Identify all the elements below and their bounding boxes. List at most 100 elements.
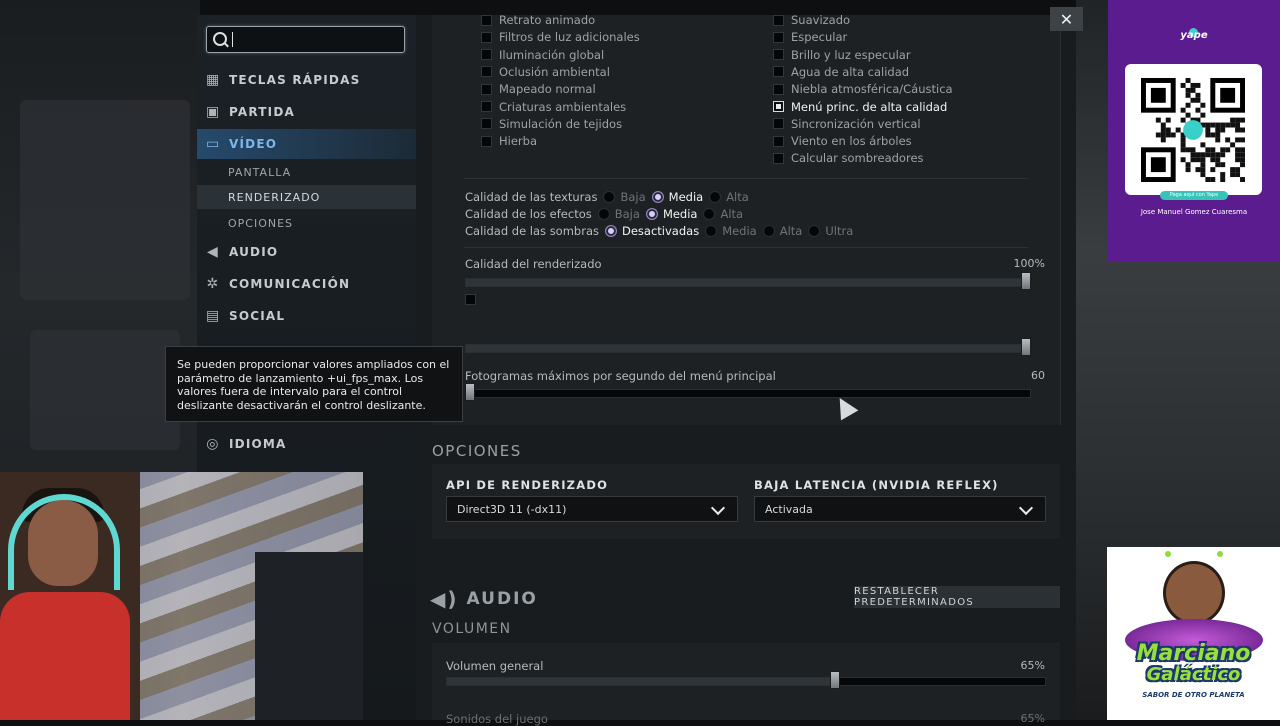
checkbox-option[interactable]: Suavizado (773, 13, 850, 27)
checkbox-box[interactable] (773, 135, 784, 147)
radio-label: Media (662, 207, 698, 221)
sidebar-item-social[interactable]: ▤ SOCIAL (197, 301, 416, 331)
checkbox-label: Especular (791, 30, 848, 45)
menu-fps-thumb[interactable] (465, 383, 475, 401)
checkbox-box[interactable] (773, 14, 784, 26)
checkbox-option[interactable]: Especular (773, 30, 847, 44)
checkbox-option[interactable]: Niebla atmosférica/Cáustica (773, 82, 953, 96)
checkbox-option[interactable]: Brillo y luz especular (773, 48, 911, 62)
radio-dot[interactable] (597, 208, 610, 220)
general-volume-slider[interactable] (446, 677, 1046, 686)
checkbox-box[interactable] (773, 66, 784, 78)
quality-radio-option[interactable]: Media (705, 224, 757, 238)
sidebar-subitem-options[interactable]: OPCIONES (197, 211, 416, 235)
sidebar-item-communication[interactable]: ✲ COMUNICACIÓN (197, 269, 416, 299)
sidebar-item-audio[interactable]: ◀ AUDIO (197, 237, 416, 267)
radio-dot[interactable] (703, 208, 716, 220)
quality-radio-option[interactable]: Baja (597, 207, 640, 221)
quality-radio-option[interactable]: Baja (603, 190, 646, 204)
checkbox-option[interactable]: Agua de alta calidad (773, 65, 909, 79)
quality-radio-option[interactable]: Alta (709, 190, 749, 204)
checkbox-box[interactable] (481, 66, 492, 78)
low-latency-dropdown[interactable]: Activada (754, 496, 1046, 522)
checkbox-box[interactable] (481, 83, 492, 95)
sidebar-item-language[interactable]: ◎ IDIOMA (197, 429, 416, 459)
search-input[interactable] (206, 26, 405, 53)
game-icon: ▣ (206, 104, 221, 120)
slider-fill (447, 678, 836, 685)
checkbox-option[interactable]: Sincronización vertical (773, 117, 921, 131)
radio-dot[interactable] (762, 225, 775, 237)
chat-icon: ▤ (206, 308, 221, 324)
reset-defaults-button[interactable]: RESTABLECER PREDETERMINADOS (854, 586, 1060, 608)
quality-radio-option[interactable]: Media (651, 190, 703, 204)
hidden-checkbox[interactable] (465, 294, 483, 305)
quality-radio-option[interactable]: Desactivadas (605, 224, 699, 238)
radio-dot[interactable] (605, 225, 617, 237)
hidden-slider[interactable] (465, 344, 1031, 353)
checkbox-label: Filtros de luz adicionales (499, 30, 640, 45)
checkbox-box[interactable] (773, 101, 784, 112)
checkbox-box[interactable] (481, 31, 492, 43)
menu-fps-value: 60 (1031, 369, 1045, 382)
sidebar-item-label: TECLAS RÁPIDAS (229, 73, 361, 87)
radio-dot[interactable] (603, 191, 616, 203)
checkbox-box[interactable] (481, 135, 492, 147)
mascot-icon (1163, 561, 1225, 625)
quality-radio-option[interactable]: Ultra (808, 224, 853, 238)
checkbox-option[interactable]: Criaturas ambientales (481, 100, 626, 114)
checkbox-option[interactable]: Simulación de tejidos (481, 117, 622, 131)
checkbox-box[interactable] (481, 101, 492, 112)
search-icon (213, 32, 227, 46)
checkbox-label: Agua de alta calidad (791, 64, 910, 79)
checkbox-box[interactable] (773, 31, 784, 43)
checkbox-option[interactable]: Retrato animado (481, 13, 595, 27)
hidden-slider-thumb[interactable] (1021, 338, 1031, 356)
checkbox-option[interactable]: Mapeado normal (481, 82, 596, 96)
logo-line1: Marciano (1136, 641, 1251, 666)
sidebar-item-hotkeys[interactable]: ▦ TECLAS RÁPIDAS (197, 65, 416, 95)
menu-fps-slider[interactable] (465, 389, 1031, 398)
checkbox-box[interactable] (481, 14, 492, 26)
checkbox-option[interactable]: Hierba (481, 134, 537, 148)
radio-dot[interactable] (808, 225, 821, 237)
checkbox-label: Retrato animado (499, 13, 596, 27)
radio-dot[interactable] (651, 191, 664, 203)
checkbox-label: Mapeado normal (499, 82, 596, 97)
radio-dot[interactable] (645, 208, 658, 220)
checkbox-box[interactable] (481, 118, 492, 130)
render-api-dropdown[interactable]: Direct3D 11 (-dx11) (446, 496, 738, 522)
checkbox-option[interactable]: Menú princ. de alta calidad (773, 100, 947, 114)
checkbox-box[interactable] (481, 49, 492, 61)
checkbox-option[interactable]: Filtros de luz adicionales (481, 30, 640, 44)
checkbox-box[interactable] (773, 49, 784, 61)
sidebar-item-game[interactable]: ▣ PARTIDA (197, 97, 416, 127)
render-quality-slider[interactable] (465, 278, 1031, 287)
sidebar-subitem-screen[interactable]: PANTALLA (197, 160, 416, 184)
quality-label: Calidad de las texturas (465, 190, 598, 204)
yape-owner-name: Jose Manuel Gomez Cuaresma (1140, 208, 1248, 216)
checkbox-option[interactable]: Viento en los árboles (773, 134, 912, 148)
checkbox-box[interactable] (773, 83, 784, 95)
radio-dot[interactable] (709, 191, 722, 203)
checkbox-option[interactable]: Oclusión ambiental (481, 65, 610, 79)
sidebar-item-video[interactable]: ▭ VÍDEO (197, 129, 416, 159)
general-volume-thumb[interactable] (829, 671, 840, 689)
yape-qr-overlay: yape Paga aquí con Yape Jose Manuel Gome… (1108, 0, 1280, 262)
checkbox-option[interactable]: Calcular sombreadores (773, 151, 924, 165)
checkbox-box[interactable] (773, 152, 784, 164)
radio-dot[interactable] (705, 225, 718, 237)
game-sounds-value: 65% (1020, 712, 1045, 725)
radio-label: Baja (614, 207, 640, 221)
divider (464, 247, 1028, 248)
render-quality-thumb[interactable] (1021, 272, 1031, 290)
qr-card (1125, 64, 1262, 195)
quality-radio-option[interactable]: Alta (703, 207, 743, 221)
close-button[interactable]: ✕ (1050, 7, 1083, 31)
quality-radio-option[interactable]: Media (645, 207, 698, 221)
checkbox-box[interactable] (773, 118, 784, 130)
sidebar-subitem-rendering[interactable]: RENDERIZADO (197, 185, 416, 209)
quality-radio-option[interactable]: Alta (762, 224, 802, 238)
yape-logo: yape (1180, 30, 1208, 41)
checkbox-option[interactable]: Iluminación global (481, 48, 604, 62)
